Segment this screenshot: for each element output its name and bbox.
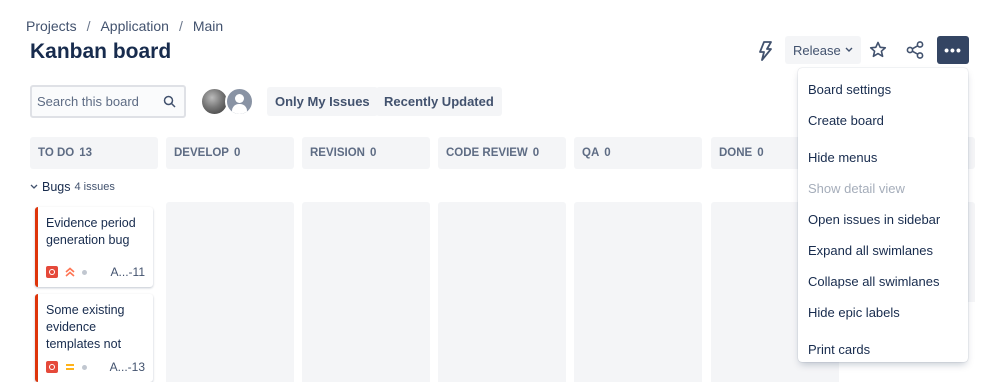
column-count: 0: [369, 147, 377, 159]
chevron-down-icon: [30, 184, 38, 189]
more-icon: •••: [944, 42, 962, 58]
menu-item-hide-menus[interactable]: Hide menus: [798, 142, 968, 173]
breadcrumb: Projects / Application / Main: [26, 18, 223, 34]
menu-item-print-cards[interactable]: Print cards: [798, 334, 968, 365]
column-header-develop[interactable]: DEVELOP 0: [166, 137, 294, 169]
menu-item-create-board[interactable]: Create board: [798, 105, 968, 136]
swimlane-header-bugs[interactable]: Bugs 4 issues: [30, 180, 115, 194]
column-name: CODE REVIEW: [446, 147, 528, 159]
menu-item-collapse-all-swimlanes[interactable]: Collapse all swimlanes: [798, 266, 968, 297]
release-button[interactable]: Release: [785, 36, 861, 64]
column-count: 0: [532, 147, 540, 159]
column-count: 0: [233, 147, 241, 159]
column-header-revision[interactable]: REVISION 0: [302, 137, 430, 169]
breadcrumb-separator: /: [178, 18, 183, 34]
menu-item-show-detail-view: Show detail view: [808, 181, 905, 196]
swimlane-title: Bugs: [42, 180, 71, 194]
issue-key[interactable]: A...-11: [111, 265, 145, 279]
menu-item-open-issues-in-sidebar[interactable]: Open issues in sidebar: [798, 204, 968, 235]
issue-key[interactable]: A...-13: [110, 360, 145, 374]
search-field: [30, 85, 186, 118]
issue-card[interactable]: Some existing evidence templates not A..…: [35, 294, 153, 382]
status-dot-icon: [82, 269, 87, 275]
filter-only-my-issues-button[interactable]: Only My Issues: [267, 87, 378, 116]
more-actions-menu: Board settings Create board Hide menus S…: [798, 68, 968, 362]
column-body-develop[interactable]: [166, 202, 294, 382]
search-icon: [163, 95, 176, 108]
page-title: Kanban board: [30, 40, 172, 63]
person-icon: [235, 94, 244, 103]
card-summary: Evidence period generation bug: [46, 216, 136, 247]
issue-card[interactable]: Evidence period generation bug A...-11: [35, 207, 153, 287]
person-icon-body: [232, 104, 247, 114]
share-icon[interactable]: [905, 40, 925, 60]
breadcrumb-separator: /: [86, 18, 91, 34]
column-count: 0: [604, 147, 611, 159]
column-name: DONE: [719, 147, 753, 159]
swimlane-count: 4 issues: [74, 181, 115, 193]
release-label: Release: [793, 42, 841, 58]
priority-high-icon: [65, 267, 75, 277]
chevron-down-icon: [845, 47, 853, 52]
column-name: REVISION: [310, 147, 365, 159]
avatar-unassigned[interactable]: [225, 87, 254, 116]
priority-medium-icon: [66, 364, 74, 370]
more-actions-button[interactable]: •••: [937, 36, 969, 64]
bug-icon: [46, 266, 58, 278]
menu-item-expand-all-swimlanes[interactable]: Expand all swimlanes: [798, 235, 968, 266]
column-count: 13: [79, 147, 93, 159]
star-icon[interactable]: [868, 40, 888, 60]
filter-recently-updated-button[interactable]: Recently Updated: [376, 87, 502, 116]
column-header-qa[interactable]: QA 0: [574, 137, 702, 169]
status-dot-icon: [82, 364, 87, 370]
breadcrumb-main[interactable]: Main: [193, 18, 223, 34]
card-meta: A...-13: [46, 360, 145, 374]
column-name: DEVELOP: [174, 147, 229, 159]
column-header-code-review[interactable]: CODE REVIEW 0: [438, 137, 566, 169]
column-name: QA: [582, 147, 600, 159]
card-meta: A...-11: [46, 265, 145, 279]
bug-icon: [46, 361, 58, 373]
column-body-qa[interactable]: [574, 202, 702, 382]
column-body-code-review[interactable]: [438, 202, 566, 382]
automation-bolt-icon[interactable]: [756, 40, 776, 62]
breadcrumb-application[interactable]: Application: [100, 18, 169, 34]
column-header-todo[interactable]: TO DO 13: [30, 137, 158, 169]
column-count: 0: [757, 147, 764, 159]
search-input[interactable]: [32, 87, 152, 116]
breadcrumb-projects[interactable]: Projects: [26, 18, 77, 34]
column-body-revision[interactable]: [302, 202, 430, 382]
menu-item-board-settings[interactable]: Board settings: [798, 74, 968, 105]
menu-item-hide-epic-labels[interactable]: Hide epic labels: [798, 297, 968, 328]
card-summary: Some existing evidence templates not: [46, 303, 125, 351]
column-name: TO DO: [38, 147, 75, 159]
